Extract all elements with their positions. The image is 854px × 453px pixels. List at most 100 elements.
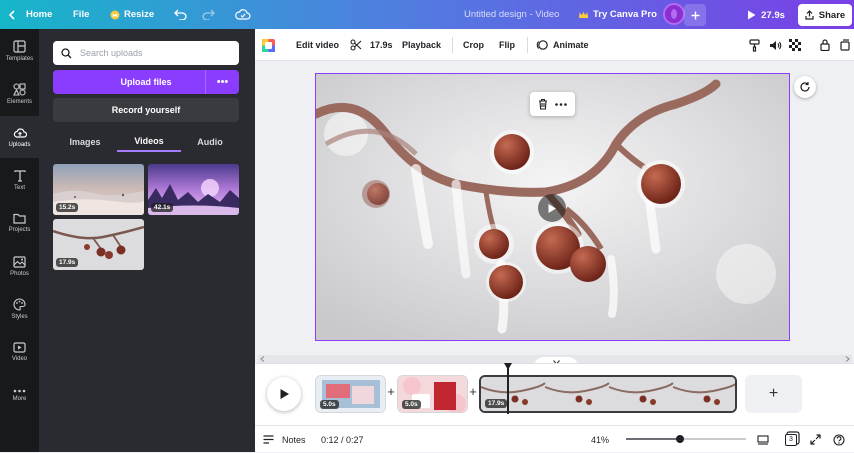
add-transition-button[interactable]: + bbox=[468, 384, 478, 399]
tab-images[interactable]: Images bbox=[53, 132, 117, 152]
animate-button[interactable]: Animate bbox=[536, 29, 589, 61]
try-pro-label: Try Canva Pro bbox=[593, 9, 657, 20]
volume-icon bbox=[770, 40, 782, 50]
try-pro-button[interactable]: Try Canva Pro bbox=[578, 0, 657, 29]
undo-icon bbox=[173, 9, 187, 20]
fullscreen-button[interactable] bbox=[810, 426, 821, 453]
file-label: File bbox=[73, 9, 90, 20]
notes-icon bbox=[263, 435, 274, 444]
tab-videos[interactable]: Videos bbox=[117, 132, 181, 152]
rail-label: Video bbox=[11, 356, 28, 362]
comment-button[interactable] bbox=[794, 76, 816, 98]
tab-audio[interactable]: Audio bbox=[181, 132, 239, 152]
playhead-marker-icon bbox=[504, 363, 512, 370]
rail-label: More bbox=[12, 395, 27, 402]
cloud-save-button[interactable] bbox=[234, 6, 252, 22]
rail-item-uploads[interactable]: Uploads bbox=[0, 116, 39, 158]
paint-roller-icon bbox=[749, 38, 760, 52]
home-button[interactable]: Home bbox=[8, 0, 52, 29]
transparency-button[interactable] bbox=[789, 29, 801, 61]
rail-label: Photos bbox=[10, 270, 29, 277]
video-play-button[interactable] bbox=[538, 194, 566, 222]
context-toolbar: Edit video 17.9s Playback Crop Flip Anim… bbox=[255, 29, 854, 61]
redo-button[interactable] bbox=[200, 6, 216, 22]
rail-item-templates[interactable]: Templates bbox=[0, 30, 39, 72]
crop-label: Crop bbox=[463, 40, 484, 50]
element-floating-toolbar bbox=[530, 92, 575, 116]
side-rail: Templates Elements Uploads Text Projects… bbox=[0, 29, 39, 452]
video-thumbnail[interactable]: 15.2s bbox=[53, 164, 144, 215]
add-transition-button[interactable]: + bbox=[386, 384, 396, 399]
rail-item-elements[interactable]: Elements bbox=[0, 73, 39, 115]
tab-label: Images bbox=[69, 137, 101, 147]
undo-button[interactable] bbox=[172, 6, 188, 22]
plus-icon bbox=[691, 11, 699, 19]
add-page-button[interactable]: + bbox=[745, 375, 802, 413]
photos-icon bbox=[13, 255, 26, 268]
playhead[interactable] bbox=[504, 363, 512, 414]
flip-label: Flip bbox=[499, 40, 515, 50]
cloud-check-icon bbox=[235, 8, 251, 20]
uploads-icon bbox=[13, 127, 27, 138]
rail-item-text[interactable]: Text bbox=[0, 159, 39, 201]
flip-button[interactable]: Flip bbox=[499, 29, 515, 61]
format-painter-button[interactable] bbox=[749, 29, 760, 61]
user-avatar-button[interactable] bbox=[663, 3, 685, 25]
timeline-clip[interactable]: 5.0s bbox=[315, 375, 386, 413]
duration-label: 27.9s bbox=[761, 9, 785, 21]
present-play-button[interactable]: 27.9s bbox=[740, 4, 792, 26]
search-uploads-field[interactable]: Search uploads bbox=[53, 41, 239, 65]
volume-button[interactable] bbox=[769, 29, 782, 61]
timeline-play-button[interactable] bbox=[267, 377, 301, 411]
lock-button[interactable] bbox=[820, 29, 830, 61]
zoom-percentage[interactable]: 41% bbox=[591, 426, 609, 453]
pages-count-badge: 3 bbox=[785, 433, 797, 446]
help-button[interactable] bbox=[833, 426, 845, 453]
lock-icon bbox=[820, 39, 830, 51]
share-icon bbox=[805, 10, 814, 20]
more-options-icon[interactable] bbox=[555, 102, 568, 106]
page-view-icon bbox=[757, 434, 769, 445]
trash-icon[interactable] bbox=[538, 98, 548, 110]
avatar-silhouette-icon bbox=[671, 9, 677, 19]
rail-item-projects[interactable]: Projects bbox=[0, 202, 39, 244]
zoom-slider[interactable] bbox=[626, 435, 746, 443]
video-thumbnail[interactable]: 42.1s bbox=[148, 164, 239, 215]
rail-item-video[interactable]: Video bbox=[0, 331, 39, 373]
duration-badge: 17.9s bbox=[485, 399, 508, 408]
page-view-button[interactable] bbox=[757, 426, 769, 453]
duration-badge: 15.2s bbox=[56, 203, 79, 212]
resize-label: Resize bbox=[124, 9, 155, 20]
notes-button[interactable]: Notes bbox=[263, 426, 306, 453]
more-icon bbox=[13, 389, 26, 392]
record-yourself-button[interactable]: Record yourself bbox=[53, 98, 239, 122]
text-icon bbox=[13, 169, 26, 182]
file-menu[interactable]: File bbox=[73, 0, 89, 29]
share-button[interactable]: Share bbox=[798, 4, 852, 26]
video-thumbnail[interactable]: 17.9s bbox=[53, 219, 144, 270]
chevron-left-icon bbox=[8, 9, 15, 20]
rail-item-styles[interactable]: Styles bbox=[0, 288, 39, 330]
chevron-right-icon bbox=[845, 356, 850, 362]
position-button[interactable] bbox=[840, 29, 850, 61]
crown-icon bbox=[110, 10, 120, 19]
crop-button[interactable]: Crop bbox=[463, 29, 484, 61]
playback-button[interactable]: Playback bbox=[402, 29, 441, 61]
edit-video-button[interactable]: Edit video bbox=[296, 29, 339, 61]
pages-button[interactable]: 3 bbox=[785, 426, 797, 453]
document-title[interactable]: Untitled design - Video bbox=[464, 0, 559, 29]
timeline-clip-selected[interactable]: 17.9s bbox=[479, 375, 737, 413]
share-label: Share bbox=[818, 9, 846, 21]
zoom-slider-knob[interactable] bbox=[676, 435, 684, 443]
redo-icon bbox=[201, 9, 215, 20]
rail-item-more[interactable]: More bbox=[0, 374, 39, 416]
duration-badge: 17.9s bbox=[56, 258, 79, 267]
color-swatch-button[interactable] bbox=[262, 29, 275, 61]
trim-button[interactable]: 17.9s bbox=[350, 29, 393, 61]
timeline-clip[interactable]: 5.0s bbox=[397, 375, 468, 413]
resize-button[interactable]: Resize bbox=[110, 0, 154, 29]
upload-more-options-button[interactable]: ••• bbox=[205, 70, 239, 94]
record-yourself-label: Record yourself bbox=[111, 105, 181, 115]
add-collaborator-button[interactable] bbox=[684, 4, 706, 26]
rail-item-photos[interactable]: Photos bbox=[0, 245, 39, 287]
